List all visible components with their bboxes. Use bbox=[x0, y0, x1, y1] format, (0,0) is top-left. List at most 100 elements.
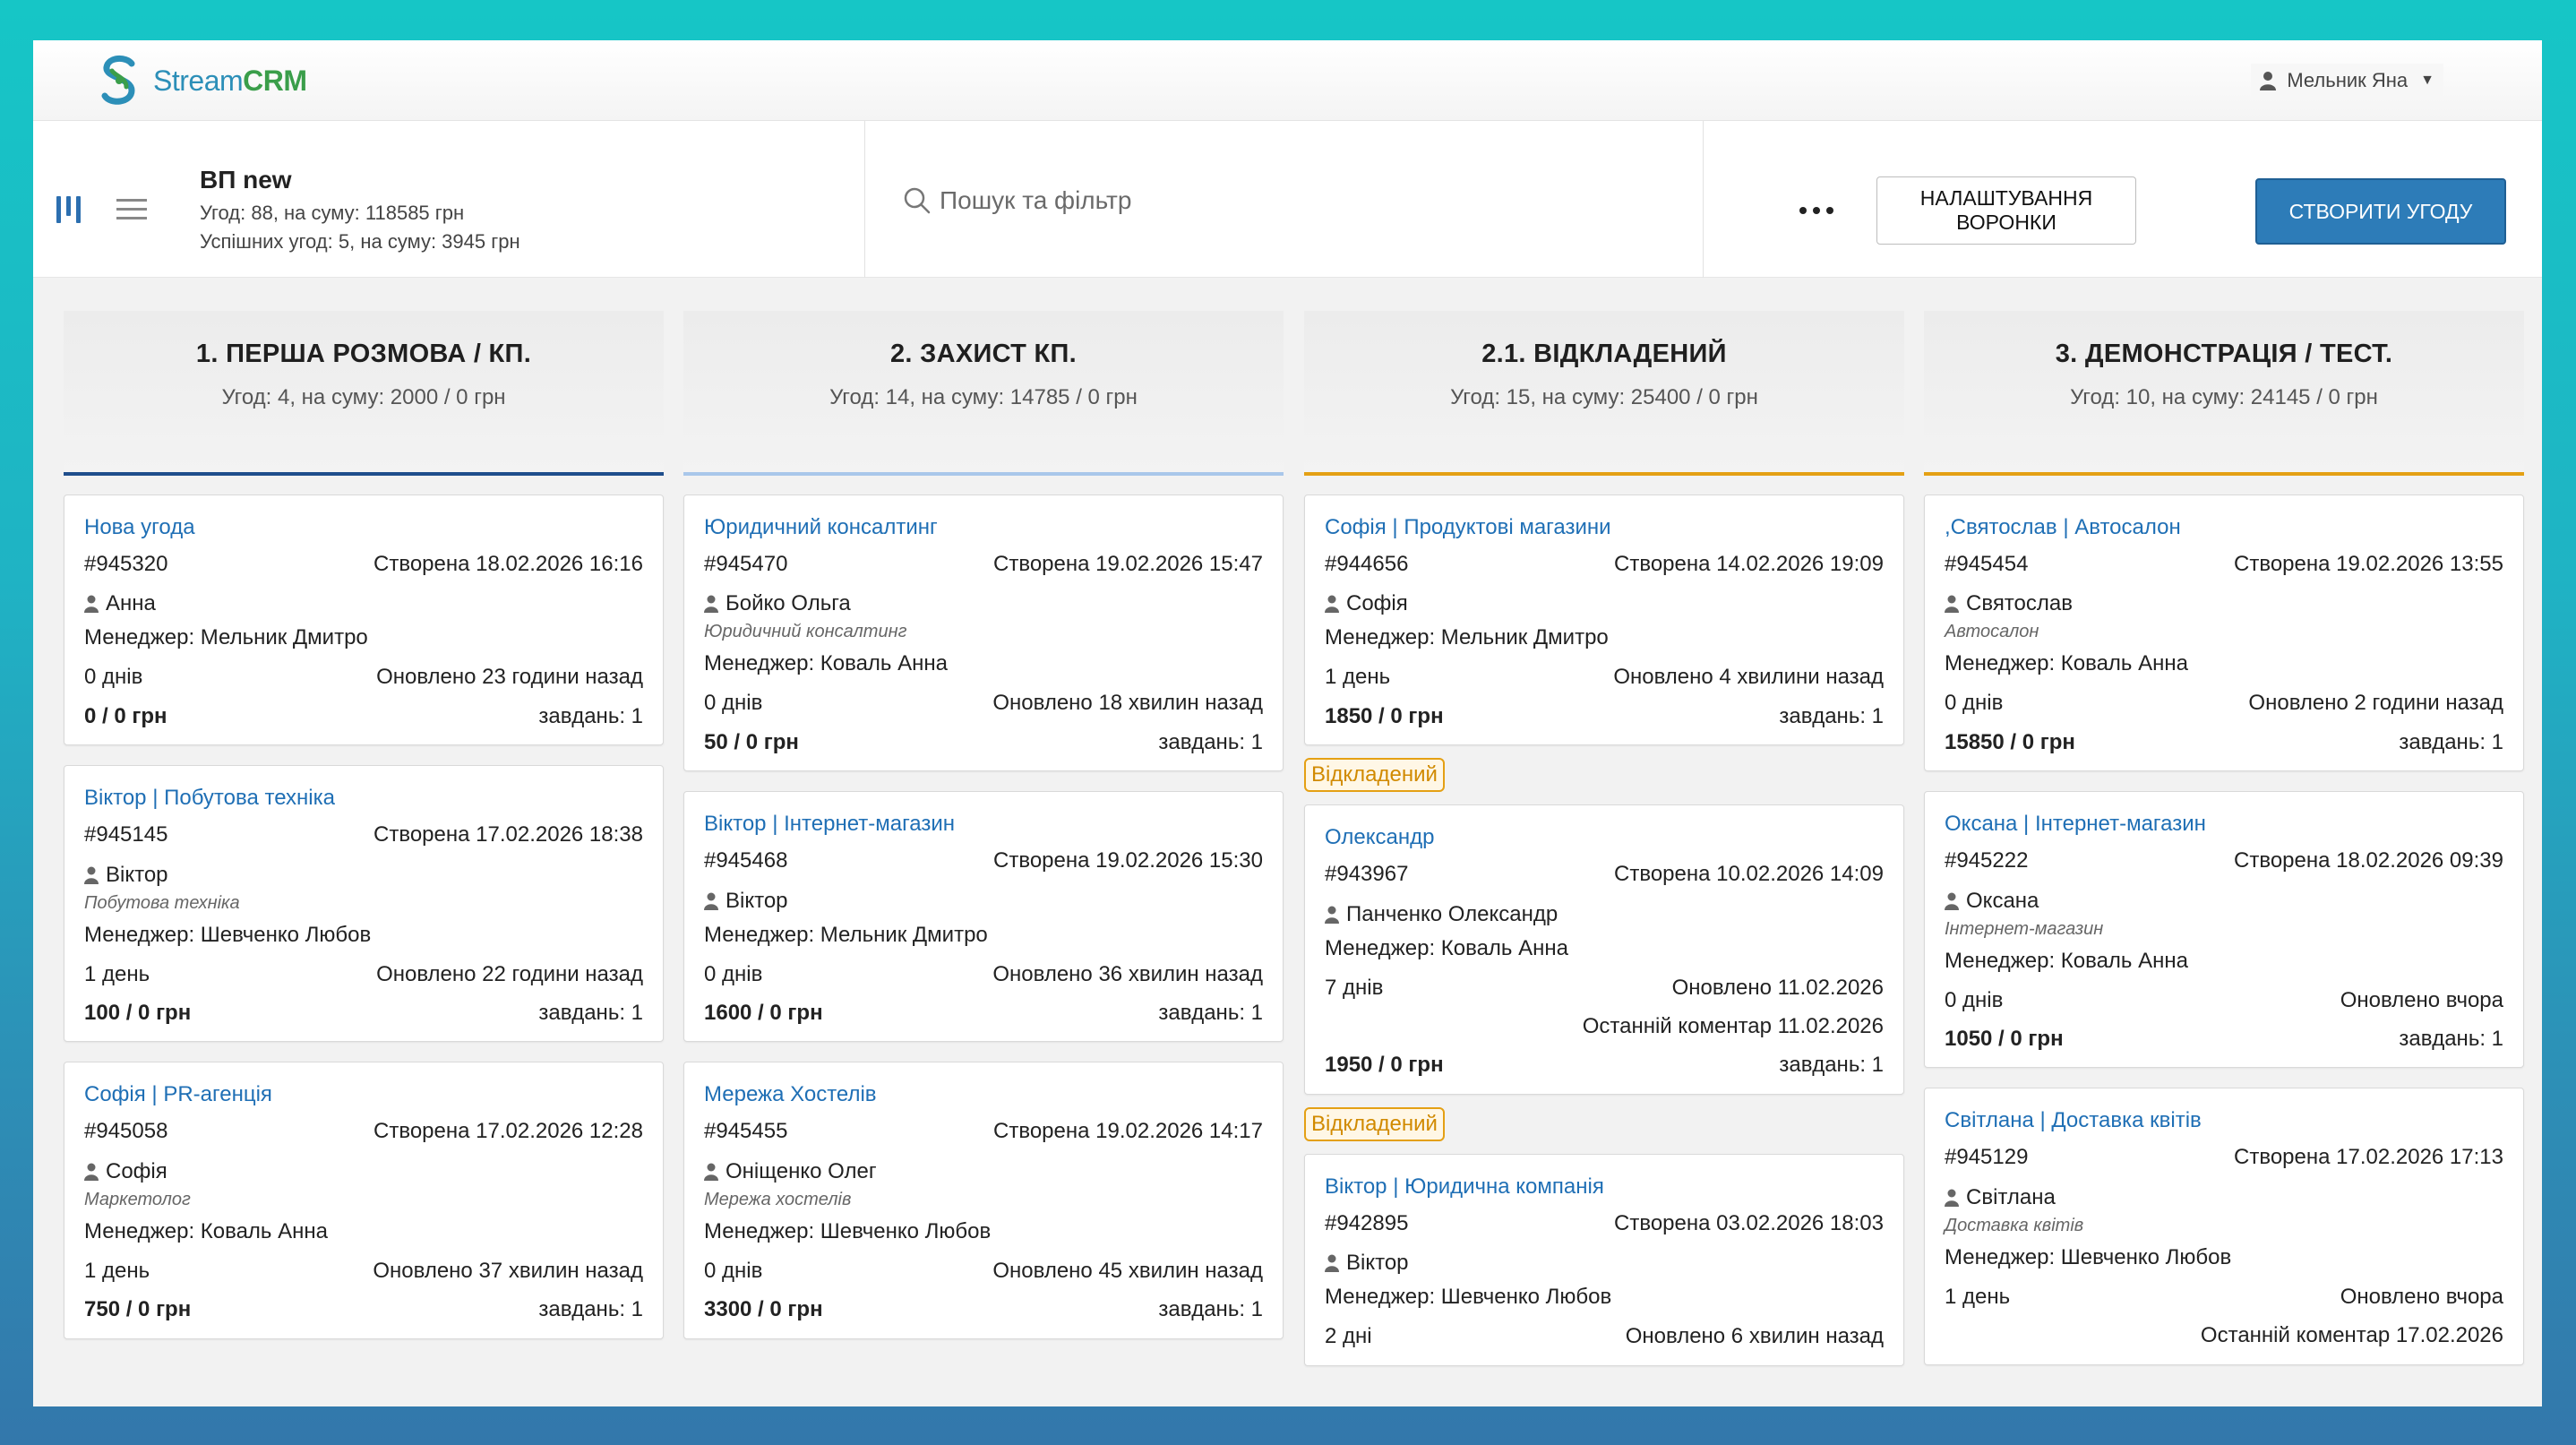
column-stage-line bbox=[64, 472, 664, 476]
deal-card[interactable]: Нова угода #945320 Створена 18.02.2026 16… bbox=[64, 495, 664, 746]
deal-manager: Менеджер: Коваль Анна bbox=[1325, 935, 1568, 960]
deal-card[interactable]: Оксана | Інтернет-магазин #945222 Створен… bbox=[1924, 791, 2524, 1069]
deal-card[interactable]: Софія | PR-агенція #945058 Створена 17.02… bbox=[64, 1062, 664, 1339]
deal-name-link[interactable]: ,Святослав | Автосалон bbox=[1945, 515, 2503, 540]
deal-manager: Менеджер: Коваль Анна bbox=[1945, 651, 2188, 676]
deal-card[interactable]: Мережа Хостелів #945455 Створена 19.02.20… bbox=[683, 1062, 1284, 1339]
deal-updated: Оновлено 22 години назад bbox=[376, 961, 643, 986]
deal-client: Віктор bbox=[1346, 1251, 1409, 1276]
deal-id: #945222 bbox=[1945, 848, 2029, 873]
deal-name-link[interactable]: Віктор | Юридична компанія bbox=[1325, 1174, 1884, 1200]
person-icon bbox=[84, 595, 99, 614]
deal-days: 0 днів bbox=[84, 665, 143, 690]
deal-tasks: завдань: 1 bbox=[2399, 729, 2503, 754]
deal-name-link[interactable]: Світлана | Доставка квітів bbox=[1945, 1108, 2503, 1133]
kanban-view-icon[interactable] bbox=[56, 195, 81, 223]
deal-id: #945470 bbox=[704, 552, 788, 576]
deal-id: #942895 bbox=[1325, 1210, 1409, 1235]
deal-days: 0 днів bbox=[704, 961, 763, 986]
deal-card[interactable]: Олександр #943967 Створена 10.02.2026 14:… bbox=[1304, 804, 1904, 1095]
deal-updated: Оновлено 6 хвилин назад bbox=[1625, 1324, 1884, 1349]
deal-updated: Оновлено вчора bbox=[2340, 987, 2503, 1012]
deal-created: Створена 14.02.2026 19:09 bbox=[1614, 552, 1884, 576]
deal-client: Панченко Олександр bbox=[1346, 901, 1558, 926]
streamcrm-logo[interactable]: StreamCRM bbox=[96, 51, 307, 110]
deal-card[interactable]: Світлана | Доставка квітів #945129 Створе… bbox=[1924, 1088, 2524, 1365]
column-title: 1. ПЕРША РОЗМОВА / КП. bbox=[195, 340, 532, 368]
column-header: 3. ДЕМОНСТРАЦІЯ / ТЕСТ. Угод: 10, на сум… bbox=[1924, 311, 2524, 472]
deal-updated: Оновлено 18 хвилин назад bbox=[992, 691, 1263, 716]
deal-name-link[interactable]: Софія | PR-агенція bbox=[84, 1082, 643, 1107]
deal-client-subtitle: Побутова техніка bbox=[84, 892, 240, 913]
deal-id: #943967 bbox=[1325, 862, 1409, 887]
deal-amount: 1600 / 0 грн bbox=[704, 1000, 823, 1025]
deal-card[interactable]: Віктор | Юридична компанія #942895 Створе… bbox=[1304, 1153, 1904, 1366]
deal-days: 0 днів bbox=[1945, 987, 2004, 1012]
pipeline-column: 2.1. ВІДКЛАДЕНИЙ Угод: 15, на суму: 2540… bbox=[1304, 311, 1904, 1386]
create-deal-button[interactable]: СТВОРИТИ УГОДУ bbox=[2255, 178, 2506, 245]
more-options-icon[interactable] bbox=[1799, 207, 1833, 214]
deal-days: 0 днів bbox=[704, 691, 763, 716]
deal-name-link[interactable]: Оксана | Інтернет-магазин bbox=[1945, 812, 2503, 837]
view-switcher bbox=[56, 193, 147, 226]
deal-card[interactable]: Віктор | Інтернет-магазин #945468 Створен… bbox=[683, 791, 1284, 1043]
search-input[interactable] bbox=[940, 186, 1567, 215]
deal-days: 7 днів bbox=[1325, 975, 1384, 1000]
pipeline-settings-button[interactable]: НАЛАШТУВАННЯ ВОРОНКИ bbox=[1876, 176, 2136, 245]
crm-app-window: StreamCRM Мельник Яна ▼ ВП new Угод: 88,… bbox=[33, 40, 2542, 1406]
deal-days: 1 день bbox=[1945, 1284, 2011, 1309]
deal-tasks: завдань: 1 bbox=[1158, 1297, 1263, 1322]
deal-updated: Оновлено 4 хвилини назад bbox=[1613, 665, 1884, 690]
deal-id: #945455 bbox=[704, 1119, 788, 1144]
list-view-icon[interactable] bbox=[116, 193, 147, 226]
pipeline-success-summary: Успішних угод: 5, на суму: 3945 грн bbox=[200, 230, 520, 253]
deal-amount: 1950 / 0 грн bbox=[1325, 1053, 1444, 1078]
person-icon bbox=[704, 892, 718, 910]
deal-id: #945058 bbox=[84, 1119, 168, 1144]
chevron-down-icon: ▼ bbox=[2420, 73, 2434, 88]
deal-manager: Менеджер: Коваль Анна bbox=[704, 651, 948, 676]
deal-created: Створена 18.02.2026 16:16 bbox=[374, 552, 643, 576]
deal-card[interactable]: Юридичний консалтинг #945470 Створена 19.… bbox=[683, 495, 1284, 772]
deal-amount: 750 / 0 грн bbox=[84, 1297, 192, 1322]
deal-manager: Менеджер: Шевченко Любов bbox=[1945, 1244, 2232, 1269]
column-header: 1. ПЕРША РОЗМОВА / КП. Угод: 4, на суму:… bbox=[64, 311, 664, 472]
deal-created: Створена 03.02.2026 18:03 bbox=[1614, 1210, 1884, 1235]
deal-name-link[interactable]: Мережа Хостелів bbox=[704, 1082, 1263, 1107]
deal-card[interactable]: ,Святослав | Автосалон #945454 Створена 1… bbox=[1924, 495, 2524, 772]
deal-client: Софія bbox=[1346, 591, 1408, 616]
deal-name-link[interactable]: Юридичний консалтинг bbox=[704, 515, 1263, 540]
user-menu[interactable]: Мельник Яна ▼ bbox=[2251, 64, 2443, 98]
column-summary: Угод: 15, на суму: 25400 / 0 грн bbox=[1450, 385, 1758, 409]
person-icon bbox=[1325, 906, 1339, 924]
deal-card[interactable]: Софія | Продуктові магазини #944656 Створ… bbox=[1304, 495, 1904, 746]
deal-created: Створена 10.02.2026 14:09 bbox=[1614, 862, 1884, 887]
deal-client: Бойко Ольга bbox=[726, 591, 851, 616]
deal-name-link[interactable]: Софія | Продуктові магазини bbox=[1325, 515, 1884, 540]
person-icon bbox=[704, 1163, 718, 1181]
deal-name-link[interactable]: Нова угода bbox=[84, 515, 643, 540]
user-icon bbox=[2260, 72, 2277, 90]
deal-client: Оксана bbox=[1966, 888, 2039, 913]
divider bbox=[1703, 121, 1704, 278]
deal-id: #945468 bbox=[704, 848, 788, 873]
deal-client: Світлана bbox=[1966, 1184, 2056, 1209]
pipeline-column: 3. ДЕМОНСТРАЦІЯ / ТЕСТ. Угод: 10, на сум… bbox=[1924, 311, 2524, 1385]
person-icon bbox=[704, 595, 718, 614]
deal-name-link[interactable]: Віктор | Інтернет-магазин bbox=[704, 812, 1263, 837]
search-filter[interactable] bbox=[902, 185, 1567, 216]
deal-days: 0 днів bbox=[1945, 691, 2004, 716]
column-summary: Угод: 4, на суму: 2000 / 0 грн bbox=[221, 385, 506, 409]
deal-amount: 3300 / 0 грн bbox=[704, 1297, 823, 1322]
deal-name-link[interactable]: Віктор | Побутова техніка bbox=[84, 786, 643, 811]
deal-tasks: завдань: 1 bbox=[1158, 729, 1263, 754]
deal-name-link[interactable]: Олександр bbox=[1325, 825, 1884, 850]
deal-amount: 1050 / 0 грн bbox=[1945, 1026, 2064, 1051]
deal-card[interactable]: Віктор | Побутова техніка #945145 Створен… bbox=[64, 765, 664, 1043]
deal-manager: Менеджер: Мельник Дмитро bbox=[1325, 625, 1609, 650]
column-title: 2.1. ВІДКЛАДЕНИЙ bbox=[1481, 340, 1727, 368]
column-stage-line bbox=[1304, 472, 1904, 476]
column-summary: Угод: 14, на суму: 14785 / 0 грн bbox=[829, 385, 1138, 409]
deal-updated: Оновлено 23 години назад bbox=[376, 665, 643, 690]
deal-amount: 1850 / 0 грн bbox=[1325, 703, 1444, 728]
